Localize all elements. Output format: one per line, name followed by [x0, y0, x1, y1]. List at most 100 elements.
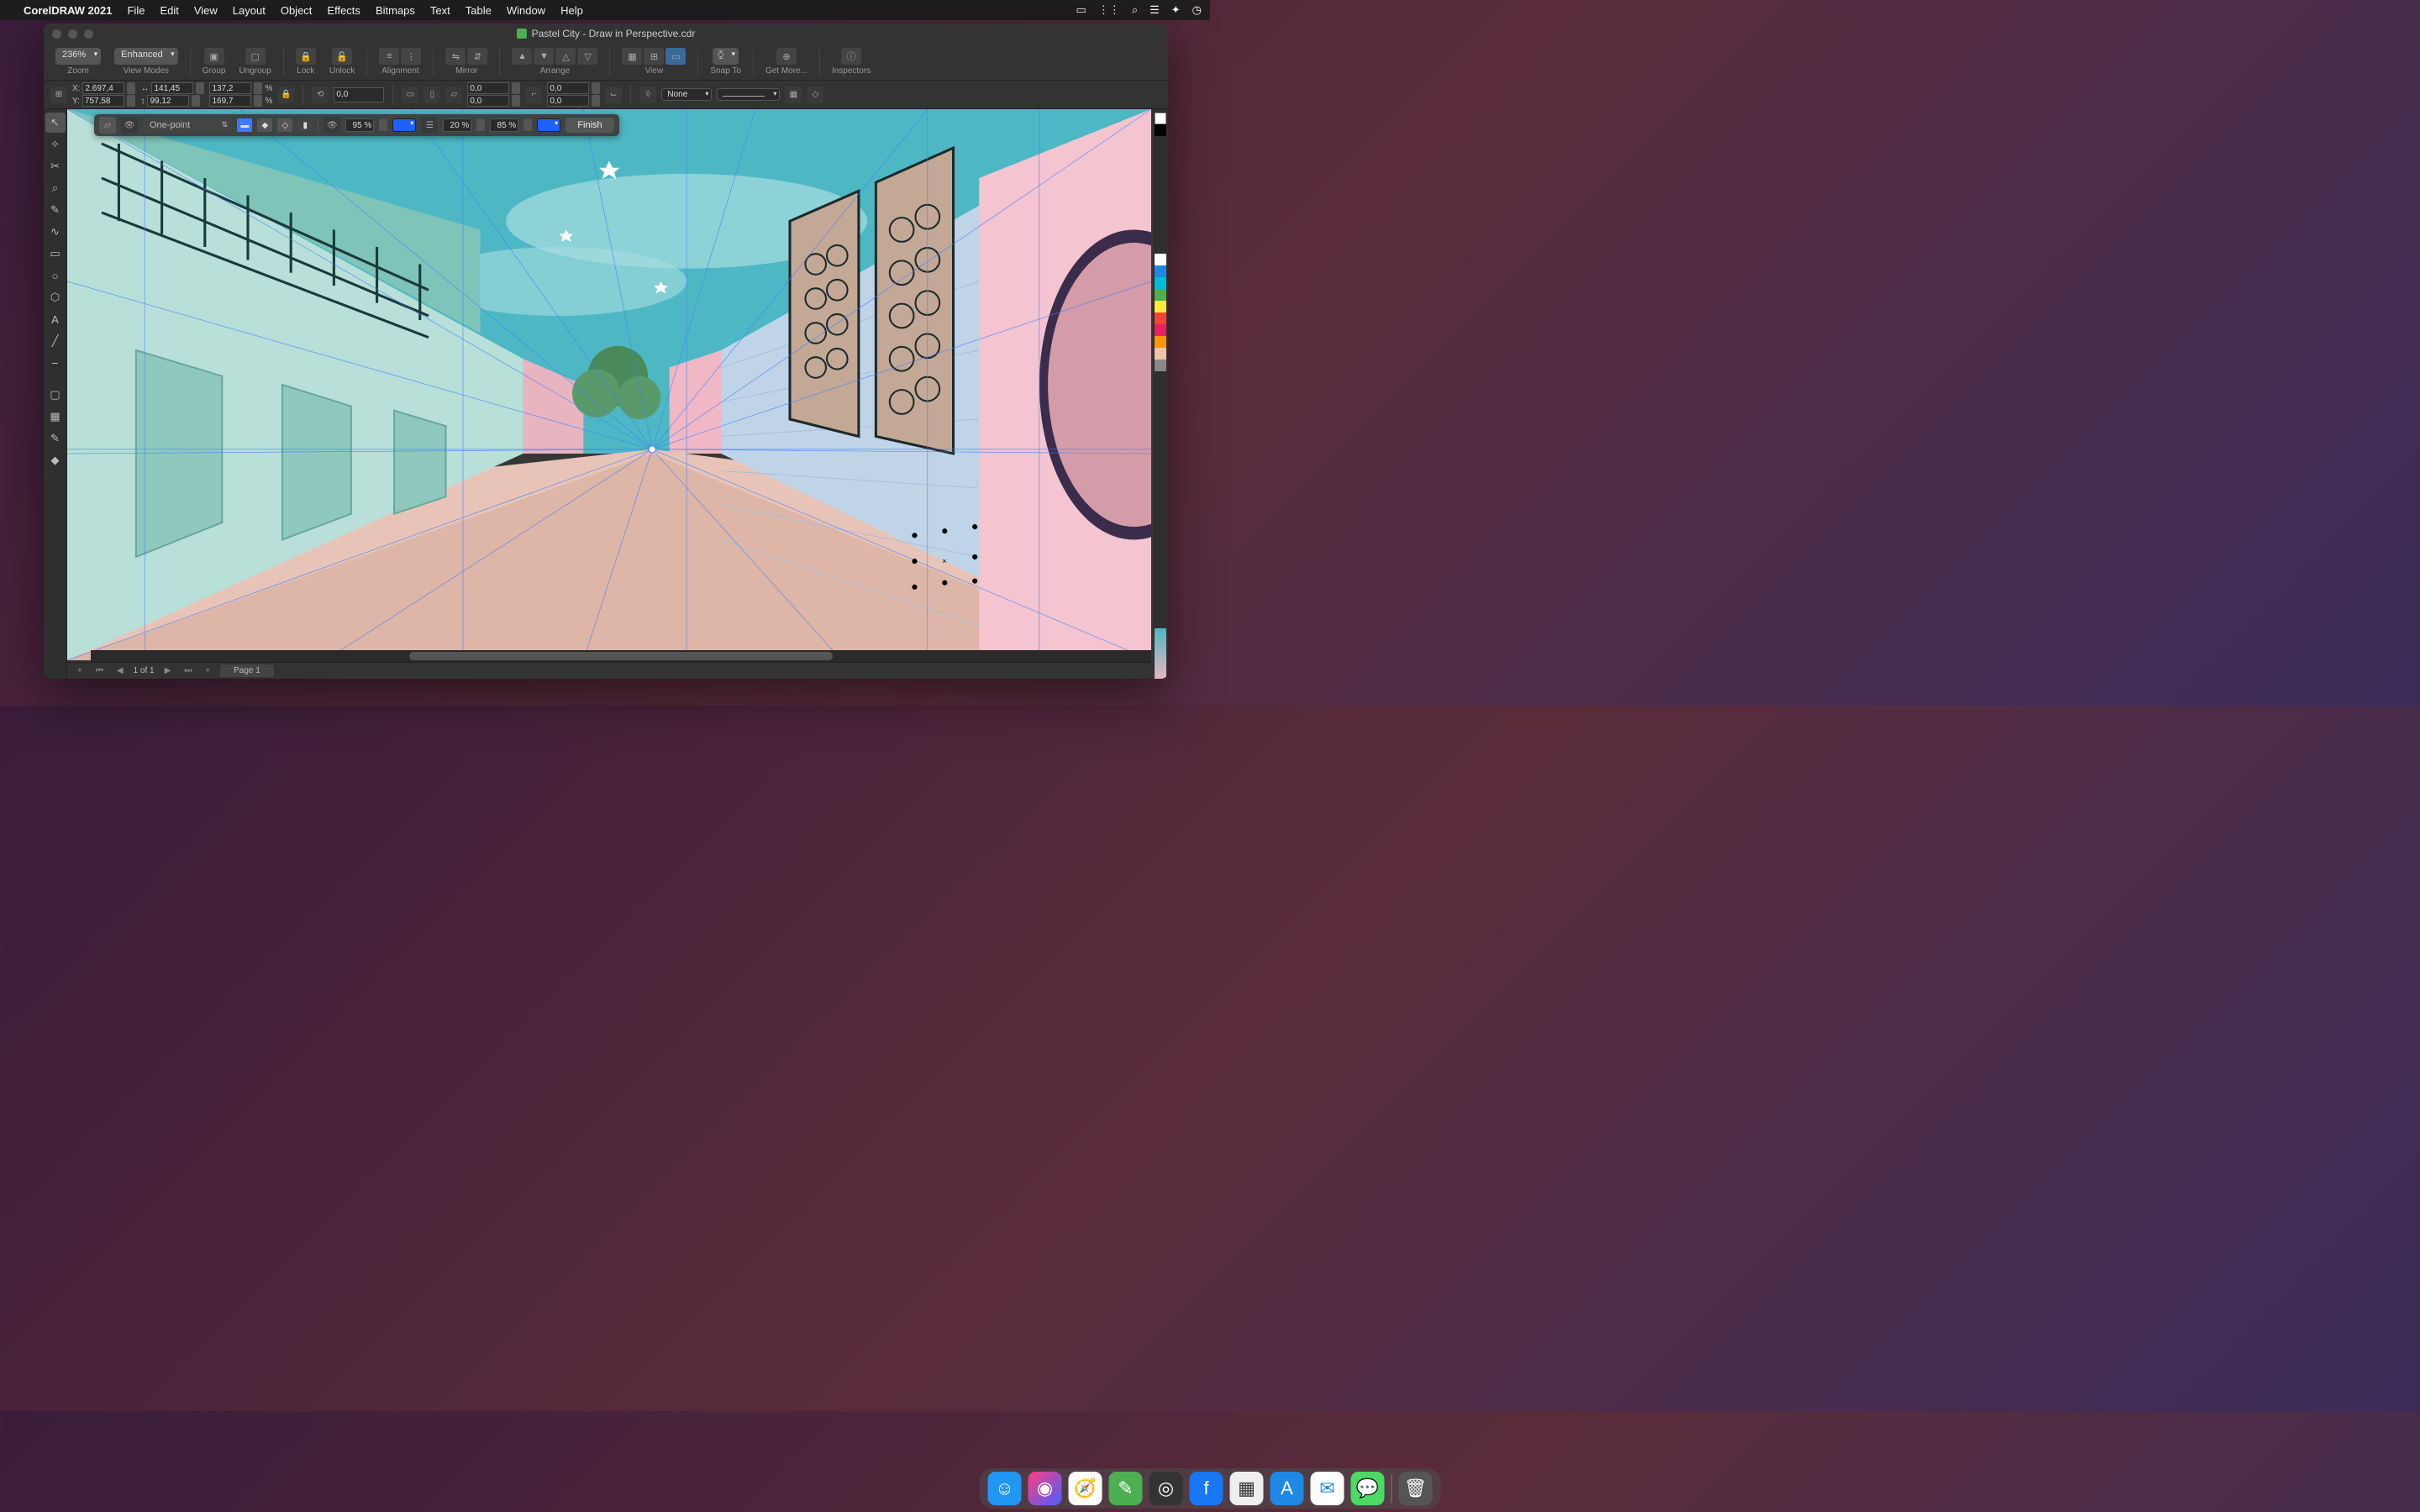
document-palette[interactable] — [1155, 628, 1166, 679]
dock-appstore[interactable]: A — [1270, 1472, 1304, 1505]
dock-facebook[interactable]: f — [1190, 1472, 1223, 1505]
y-spinner[interactable] — [127, 95, 135, 107]
fill-tool[interactable]: ◆ — [45, 450, 66, 470]
swatch-pink[interactable] — [1155, 324, 1166, 336]
y-position-input[interactable] — [82, 95, 124, 107]
wrap-text-icon[interactable]: ▦ — [785, 87, 802, 103]
page-tab[interactable]: Page 1 — [220, 664, 274, 677]
swatch-black[interactable] — [1155, 124, 1166, 136]
sy-spinner[interactable] — [254, 95, 262, 107]
connector-tool[interactable]: ⎯ — [45, 353, 66, 373]
freehand-tool[interactable]: ✎ — [45, 200, 66, 220]
swatch-green[interactable] — [1155, 289, 1166, 301]
ellipse-tool[interactable]: ○ — [45, 265, 66, 286]
forward-one-button[interactable]: △ — [555, 48, 576, 65]
mirror-v-button[interactable]: ⇵ — [467, 48, 487, 65]
dock-messages[interactable]: 💬 — [1351, 1472, 1385, 1505]
shape-tool[interactable]: ✧ — [45, 134, 66, 155]
unlock-button[interactable]: 🔓 — [332, 48, 352, 65]
next-page-button[interactable]: ▶ — [161, 666, 175, 675]
skew-y-input[interactable] — [467, 95, 509, 107]
minimize-window-button[interactable] — [68, 29, 77, 39]
visibility-icon[interactable]: 👁 — [324, 117, 340, 134]
corner1-input[interactable] — [547, 82, 589, 94]
zoom-dropdown[interactable]: 236% — [55, 48, 101, 65]
swatch-none[interactable] — [1155, 113, 1166, 124]
mirror-h-icon[interactable]: ▭ — [402, 87, 418, 103]
scale-x-input[interactable] — [209, 82, 251, 94]
mirror-v-icon[interactable]: ▯ — [424, 87, 440, 103]
drop-shadow-tool[interactable]: ▢ — [45, 385, 66, 405]
dock-launchpad[interactable]: ▦ — [1230, 1472, 1264, 1505]
convert-curves-icon[interactable]: ◇ — [807, 87, 823, 103]
align-button[interactable]: ≡ — [379, 48, 399, 65]
dock-mail[interactable]: ✉ — [1311, 1472, 1344, 1505]
width-input[interactable] — [151, 82, 193, 94]
menu-effects[interactable]: Effects — [327, 4, 360, 17]
guides-button[interactable]: ▭ — [666, 48, 686, 65]
dock-siri[interactable]: ◉ — [1028, 1472, 1062, 1505]
battery-icon[interactable]: ▭ — [1076, 3, 1086, 17]
spotlight-icon[interactable]: ⌕ — [1132, 3, 1138, 17]
parallel-dimension-tool[interactable]: ╱ — [45, 331, 66, 351]
menu-bitmaps[interactable]: Bitmaps — [376, 4, 415, 17]
crop-tool[interactable]: ✂ — [45, 156, 66, 176]
perspective-eye-icon[interactable]: 👁 — [121, 117, 138, 134]
skew-icon[interactable]: ▱ — [445, 87, 462, 103]
pick-tool[interactable]: ↖ — [45, 113, 66, 133]
grid-opacity3-input[interactable] — [490, 118, 518, 132]
horizon-icon[interactable]: ☰ — [421, 117, 438, 134]
pixel-grid-button[interactable]: ▦ — [622, 48, 642, 65]
grid-color1[interactable] — [392, 118, 416, 132]
grid-button[interactable]: ⊞ — [644, 48, 664, 65]
dock-photobooth[interactable]: ◎ — [1150, 1472, 1183, 1505]
perspective-type-dropdown[interactable]: One-point — [143, 118, 232, 132]
control-center-icon[interactable]: ☰ — [1150, 3, 1160, 17]
polygon-tool[interactable]: ⬡ — [45, 287, 66, 307]
sx-spinner[interactable] — [254, 82, 262, 94]
eyedropper-tool[interactable]: ✎ — [45, 428, 66, 449]
x-spinner[interactable] — [127, 82, 135, 94]
add-page-button[interactable]: + — [74, 666, 86, 675]
swatch-yellow[interactable] — [1155, 301, 1166, 312]
perspective-front-face[interactable]: ▬ — [237, 118, 252, 132]
perspective-top-face[interactable]: ◆ — [257, 118, 272, 132]
menu-table[interactable]: Table — [466, 4, 492, 17]
group-button[interactable]: ▣ — [204, 48, 224, 65]
dock-safari[interactable]: 🧭 — [1069, 1472, 1102, 1505]
swatch-red[interactable] — [1155, 312, 1166, 324]
scale-y-input[interactable] — [209, 95, 251, 107]
mirror-h-button[interactable]: ⇋ — [445, 48, 466, 65]
distribute-button[interactable]: ⋮ — [401, 48, 421, 65]
corner2-input[interactable] — [547, 95, 589, 107]
skew-x-input[interactable] — [467, 82, 509, 94]
menu-layout[interactable]: Layout — [233, 4, 266, 17]
first-page-button[interactable]: ⏮ — [92, 666, 107, 675]
outline-style-dropdown[interactable] — [717, 88, 780, 101]
view-mode-dropdown[interactable]: Enhanced — [114, 48, 178, 65]
last-page-button[interactable]: ⏭ — [181, 666, 195, 675]
rectangle-tool[interactable]: ▭ — [45, 244, 66, 264]
outline-width-dropdown[interactable]: None — [661, 88, 712, 101]
add-page-after-button[interactable]: + — [202, 666, 213, 675]
menu-view[interactable]: View — [194, 4, 218, 17]
perspective-lock-icon[interactable]: ▮ — [297, 118, 313, 132]
artistic-media-tool[interactable]: ∿ — [45, 222, 66, 242]
menu-help[interactable]: Help — [560, 4, 583, 17]
height-input[interactable] — [147, 95, 189, 107]
text-tool[interactable]: A — [45, 309, 66, 329]
menu-object[interactable]: Object — [281, 4, 313, 17]
zoom-window-button[interactable] — [84, 29, 93, 39]
back-one-button[interactable]: ▽ — [577, 48, 597, 65]
lock-button[interactable]: 🔒 — [296, 48, 316, 65]
ungroup-button[interactable]: ▢ — [245, 48, 266, 65]
to-front-button[interactable]: ▲ — [512, 48, 532, 65]
h-spinner[interactable] — [192, 95, 200, 107]
menubar-app-name[interactable]: CorelDRAW 2021 — [24, 4, 112, 17]
wifi-icon[interactable]: ⋮⋮ — [1098, 3, 1120, 17]
grid-opacity2-input[interactable] — [443, 118, 471, 132]
finish-button[interactable]: Finish — [566, 118, 613, 133]
menu-file[interactable]: File — [127, 4, 145, 17]
dock-coreldraw[interactable]: ✎ — [1109, 1472, 1143, 1505]
to-back-button[interactable]: ▼ — [534, 48, 554, 65]
